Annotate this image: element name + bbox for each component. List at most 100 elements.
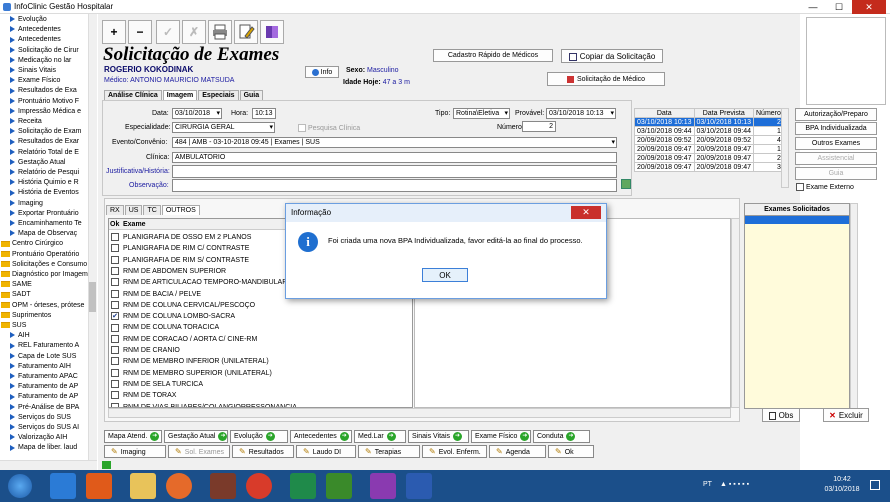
tree-vertical-scrollbar[interactable] [88, 14, 97, 460]
exam-checkbox[interactable] [111, 346, 119, 355]
tree-folder[interactable]: Solicitações e Consumo [1, 260, 89, 270]
subtab-us[interactable]: US [124, 205, 143, 215]
tab-imagem[interactable]: Imagem [162, 90, 198, 100]
close-button[interactable]: ✕ [852, 0, 886, 14]
exam-row[interactable]: RNM DE MEMBRO SUPERIOR (UNILATERAL) [109, 368, 409, 379]
autorizacao-preparo-button[interactable]: Autorização/Preparo [795, 108, 877, 121]
tree-item[interactable]: Solicitação de Cirur [10, 46, 96, 56]
excluir-button[interactable]: ✕ Excluir [823, 408, 869, 422]
nav-button[interactable]: ✎ Ok [548, 445, 594, 458]
tree-item[interactable]: Antecedentes [10, 35, 96, 45]
history-row[interactable]: 03/10/2018 09:44 03/10/2018 09:44 1 [634, 126, 784, 136]
tree-item[interactable]: Serviços do SUS [10, 413, 96, 423]
history-row[interactable]: 20/09/2018 09:47 20/09/2018 09:47 3 [634, 162, 784, 172]
tree-item[interactable]: Capa de Lote SUS [10, 352, 96, 362]
nav-button[interactable]: ✎ Agenda [489, 445, 546, 458]
publisher-icon[interactable] [290, 473, 316, 499]
exam-checkbox[interactable] [111, 244, 119, 253]
maximize-button[interactable]: ☐ [826, 0, 852, 14]
exam-row[interactable]: RNM DE COLUNA TORACICA [109, 322, 409, 333]
tree-item[interactable]: Exame Físico [10, 76, 96, 86]
nav-button[interactable]: Gestação Atual ➜ [164, 430, 228, 443]
tree-scroll-thumb[interactable] [89, 282, 96, 312]
tree-item[interactable]: Pré-Análise de BPA [10, 403, 96, 413]
nav-button[interactable]: Exame Físico ➜ [471, 430, 531, 443]
tree-item[interactable]: Faturamento de AP [10, 392, 96, 402]
exam-checkbox[interactable] [111, 380, 119, 389]
info-button[interactable]: Info [305, 66, 339, 78]
exames-solicitados-scrollbar[interactable] [850, 203, 858, 409]
clinica-field[interactable]: AMBULATORIO [172, 152, 617, 163]
nav-button[interactable]: Evolução ➜ [230, 430, 288, 443]
assistencial-button[interactable]: Assistencial [795, 152, 877, 165]
confirm-button[interactable]: ✓ [156, 20, 180, 44]
exame-externo-box[interactable] [796, 183, 804, 191]
especialidade-select[interactable]: CIRURGIA GERAL [172, 122, 275, 133]
exam-row[interactable]: RNM DE SELA TURCICA [109, 379, 409, 390]
tree-folder[interactable]: Diagnóstico por Imagem [1, 270, 89, 280]
minimize-button[interactable]: — [800, 0, 826, 14]
media-player-icon[interactable] [86, 473, 112, 499]
exam-row[interactable]: ✔ RNM DE COLUNA LOMBO-SACRA [109, 311, 409, 322]
tree-item[interactable]: Gestação Atual [10, 158, 96, 168]
tree-item[interactable]: Relatório de Pesqui [10, 168, 96, 178]
tree-folder[interactable]: SADT [1, 290, 89, 300]
exam-list-hscroll[interactable] [108, 408, 731, 418]
tipo-select[interactable]: Rotina\Eletiva [453, 108, 510, 119]
nav-button[interactable]: Antecedentes ➜ [290, 430, 352, 443]
exame-externo-checkbox[interactable]: Exame Externo [796, 183, 854, 191]
hora-field[interactable]: 10:13 [252, 108, 276, 119]
nav-button[interactable]: Mapa Atend. ➜ [104, 430, 162, 443]
edit-document-icon[interactable] [234, 20, 258, 44]
exam-checkbox[interactable] [111, 368, 119, 377]
tree-item[interactable]: Receita [10, 117, 96, 127]
print-icon[interactable] [208, 20, 232, 44]
subtab-outros[interactable]: OUTROS [161, 205, 200, 215]
tree-item[interactable]: Prontuário Motivo F [10, 97, 96, 107]
tree-item[interactable]: Resultados de Exar [10, 137, 96, 147]
notifications-icon[interactable] [870, 480, 880, 490]
expand-bottom-icon[interactable] [102, 461, 111, 469]
tree-item[interactable]: REL Faturamento A [10, 341, 96, 351]
tree-folder[interactable]: SUS [1, 321, 89, 331]
cancel-button[interactable]: ✗ [182, 20, 206, 44]
obs-button[interactable]: Obs [762, 408, 800, 422]
add-button[interactable]: + [102, 20, 126, 44]
tree-item[interactable]: Solicitação de Exam [10, 127, 96, 137]
exam-checkbox[interactable] [111, 334, 119, 343]
internet-explorer-icon[interactable] [50, 473, 76, 499]
justificativa-field[interactable] [172, 165, 617, 178]
exam-checkbox[interactable] [111, 255, 119, 264]
tree-item[interactable]: AIH [10, 331, 96, 341]
exam-checkbox[interactable] [111, 278, 119, 287]
copiar-solicitacao-button[interactable]: Copiar da Solicitação [561, 49, 663, 63]
tree-horizontal-scrollbar[interactable] [0, 460, 97, 470]
app-icon-2[interactable] [210, 473, 236, 499]
subtab-rx[interactable]: RX [106, 205, 124, 215]
tree-item[interactable]: Relatório Total de E [10, 148, 96, 158]
exam-checkbox[interactable] [111, 357, 119, 366]
tree-folder[interactable]: OPM - órteses, prótese [1, 301, 89, 311]
exam-row[interactable]: RNM DE COLUNA CERVICAL/PESCOÇO [109, 300, 409, 311]
nav-button[interactable]: Conduta ➜ [533, 430, 590, 443]
guia-button[interactable]: Guia [795, 167, 877, 180]
tree-item[interactable]: História de Eventos [10, 188, 96, 198]
solicitacao-medico-button[interactable]: Solicitação de Médico [547, 72, 665, 86]
tree-item[interactable]: Resultados de Exa [10, 86, 96, 96]
subtab-tc[interactable]: TC [143, 205, 161, 215]
tree-item[interactable]: Encaminhamento Te [10, 219, 96, 229]
start-button[interactable] [8, 474, 32, 498]
exam-checkbox[interactable] [111, 267, 119, 276]
file-explorer-icon[interactable] [130, 473, 156, 499]
tree-item[interactable]: Faturamento de AP [10, 382, 96, 392]
history-row[interactable]: 20/09/2018 09:47 20/09/2018 09:47 1 [634, 144, 784, 154]
tree-folder[interactable]: Prontuário Operatório [1, 250, 89, 260]
exam-row[interactable]: RNM DE CRANIO [109, 345, 409, 356]
clock[interactable]: 10:42 03/10/2018 [822, 475, 862, 495]
history-row[interactable]: 20/09/2018 09:47 20/09/2018 09:47 2 [634, 153, 784, 163]
cadastro-rapido-medicos-button[interactable]: Cadastro Rápido de Médicos [433, 49, 553, 62]
tab-analise-clinica[interactable]: Análise Clínica [104, 90, 162, 100]
tree-item[interactable]: Exportar Prontuário [10, 209, 96, 219]
tree-item[interactable]: Antecedentes [10, 25, 96, 35]
numero-field[interactable]: 2 [522, 121, 556, 132]
